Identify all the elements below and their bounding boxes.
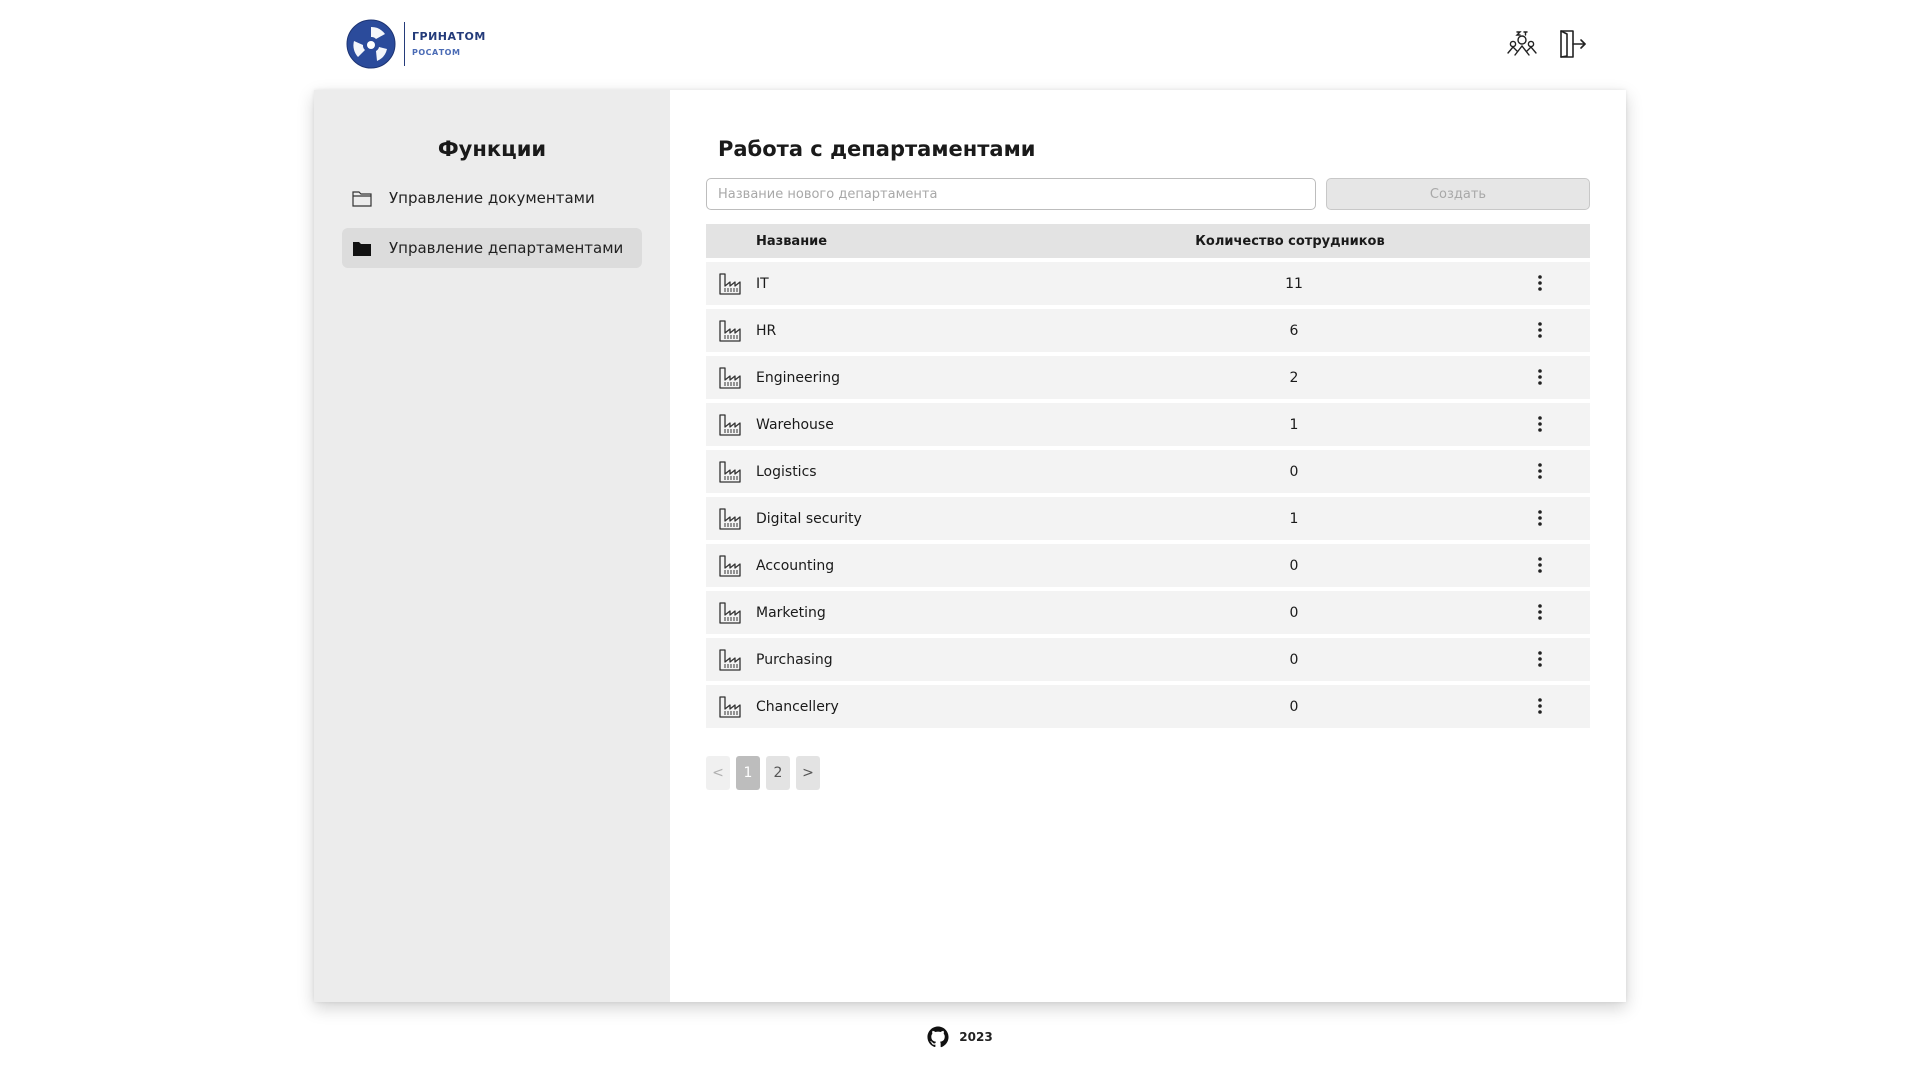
employee-count: 1: [1289, 416, 1299, 433]
logo-text: ГРИНАТОМ РОСАТОМ: [412, 30, 486, 59]
employee-count: 0: [1289, 557, 1299, 574]
department-name: HR: [756, 322, 777, 339]
employee-count: 0: [1289, 463, 1299, 480]
table-row[interactable]: IT 11: [706, 262, 1590, 305]
create-button[interactable]: Создать: [1326, 178, 1590, 210]
employee-count: 1: [1289, 510, 1299, 527]
sidebar-item-label: Управление департаментами: [389, 239, 624, 257]
department-name: Marketing: [756, 604, 826, 621]
employee-count: 0: [1289, 651, 1299, 668]
department-icon: [718, 460, 742, 484]
page-1-button[interactable]: 1: [736, 756, 760, 790]
table-row[interactable]: Logistics 0: [706, 450, 1590, 493]
department-icon: [718, 413, 742, 437]
department-icon: [718, 695, 742, 719]
pagination: < 1 2 >: [706, 756, 1590, 790]
employee-count: 6: [1289, 322, 1299, 339]
table-row[interactable]: Accounting 0: [706, 544, 1590, 587]
department-name: Purchasing: [756, 651, 833, 668]
top-bar: ГРИНАТОМ РОСАТОМ: [0, 0, 1920, 90]
sidebar: Функции Управление документами Управлени…: [314, 90, 670, 1002]
department-name: Logistics: [756, 463, 817, 480]
brand-sub: РОСАТОМ: [412, 47, 461, 57]
table-row[interactable]: Chancellery 0: [706, 685, 1590, 728]
more-vertical-icon[interactable]: [1528, 552, 1552, 578]
folder-outline-icon: [352, 189, 374, 207]
more-vertical-icon[interactable]: [1528, 364, 1552, 390]
department-name: Chancellery: [756, 698, 839, 715]
more-vertical-icon[interactable]: [1528, 646, 1552, 672]
content-card: Функции Управление документами Управлени…: [314, 90, 1626, 1002]
more-vertical-icon[interactable]: [1528, 411, 1552, 437]
sidebar-item-departments[interactable]: Управление департаментами: [342, 228, 642, 268]
more-vertical-icon[interactable]: [1528, 458, 1552, 484]
logo-divider: [404, 22, 405, 66]
main-panel: Работа с департаментами Создать Название…: [670, 90, 1626, 1002]
column-header-count: Количество сотрудников: [1195, 233, 1385, 249]
department-name: Warehouse: [756, 416, 834, 433]
table-row[interactable]: Marketing 0: [706, 591, 1590, 634]
footer: 2023: [0, 1026, 1920, 1048]
table-header: Название Количество сотрудников: [706, 224, 1590, 258]
department-icon: [718, 554, 742, 578]
sidebar-item-label: Управление документами: [389, 189, 595, 207]
table-row[interactable]: Engineering 2: [706, 356, 1590, 399]
more-vertical-icon[interactable]: [1528, 693, 1552, 719]
department-icon: [718, 507, 742, 531]
prev-page-button[interactable]: <: [706, 756, 730, 790]
sidebar-item-documents[interactable]: Управление документами: [342, 178, 642, 218]
brand-name: ГРИНАТОМ: [412, 29, 486, 43]
folder-filled-icon: [352, 239, 374, 257]
table-body: IT 11 HR 6 Engineering 2 Warehouse 1 Logistics 0 D…: [706, 262, 1590, 728]
department-name-input[interactable]: [706, 178, 1316, 210]
create-department-row: Создать: [706, 178, 1590, 210]
table-row[interactable]: Warehouse 1: [706, 403, 1590, 446]
page-2-button[interactable]: 2: [766, 756, 790, 790]
department-icon: [718, 319, 742, 343]
github-icon[interactable]: [927, 1026, 949, 1048]
department-icon: [718, 272, 742, 296]
department-name: Digital security: [756, 510, 862, 527]
department-icon: [718, 601, 742, 625]
logout-icon[interactable]: [1553, 26, 1589, 62]
department-name: IT: [756, 275, 769, 292]
rosatom-logo-icon: [346, 19, 396, 69]
more-vertical-icon[interactable]: [1528, 599, 1552, 625]
department-icon: [718, 648, 742, 672]
next-page-button[interactable]: >: [796, 756, 820, 790]
footer-year: 2023: [959, 1030, 993, 1044]
sidebar-title: Функции: [437, 137, 547, 161]
table-row[interactable]: Purchasing 0: [706, 638, 1590, 681]
company-logo[interactable]: ГРИНАТОМ РОСАТОМ: [346, 18, 486, 70]
employee-count: 0: [1289, 698, 1299, 715]
more-vertical-icon[interactable]: [1528, 505, 1552, 531]
employee-count: 11: [1285, 275, 1303, 292]
users-icon[interactable]: [1504, 26, 1540, 62]
department-icon: [718, 366, 742, 390]
table-row[interactable]: HR 6: [706, 309, 1590, 352]
department-name: Accounting: [756, 557, 835, 574]
column-header-name: Название: [756, 233, 828, 249]
more-vertical-icon[interactable]: [1528, 317, 1552, 343]
table-row[interactable]: Digital security 1: [706, 497, 1590, 540]
employee-count: 2: [1289, 369, 1299, 386]
more-vertical-icon[interactable]: [1528, 270, 1552, 296]
employee-count: 0: [1289, 604, 1299, 621]
department-name: Engineering: [756, 369, 840, 386]
page-title: Работа с департаментами: [718, 137, 1036, 161]
